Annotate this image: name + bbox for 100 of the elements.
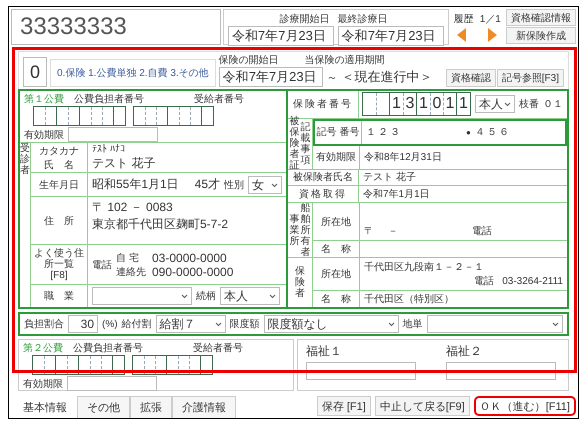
digit-group[interactable] [32,355,56,375]
field-label: 住 所 [44,214,74,228]
date-field[interactable]: 令和7年7月23日 [228,26,334,46]
type-code-field[interactable]: 0 [23,57,47,87]
digit-group[interactable] [201,106,214,126]
digit-group[interactable] [112,355,125,375]
insurer-digit: 1 [392,95,401,114]
digit-group[interactable] [200,355,213,375]
field-label: 受給者番号 [193,342,243,355]
field-label: 職 業 [44,290,74,303]
insurer-phone: 03-3264-2111 [502,276,563,287]
field-label: 枝番 [519,98,539,112]
unit-label: (%) [102,318,118,330]
tilde: ～ [326,70,338,84]
sex-dropdown[interactable]: 女 [248,176,282,194]
form-button[interactable]: 資格確認 [446,69,496,87]
type-options: 0.保険 1.公費単独 2.自費 3.その他 [50,59,216,87]
insured-name: テスト 花子 [363,170,416,184]
field-label: 生年月日 [39,178,79,192]
digit-group[interactable] [132,355,167,375]
digit-group[interactable] [33,106,57,126]
date-field[interactable]: 令和7年7月23日 [338,26,444,46]
field-label: 有効期限 [23,378,63,390]
chevron-down-icon [269,294,276,299]
footer-button[interactable]: 中止して戻る[F9] [374,396,470,416]
tab[interactable]: 介護情報 [172,396,236,418]
field-label: 負担割合 [24,318,64,331]
field-label: 公費負担者番号 [73,342,144,355]
expiry-date: 令和8年12月31日 [364,150,442,164]
expiry-field[interactable] [67,376,157,391]
insurer-digit: 1 [459,95,468,114]
field-label: 被保険者氏名 [293,170,353,184]
header-button[interactable]: 資格確認情報 [506,9,576,26]
limit-dropdown[interactable]: 限度額なし [264,315,399,333]
form-button[interactable]: 記号参照[F3] [496,69,564,87]
side-label: 事業所 [290,214,300,247]
acquired-date: 令和7年1月1日 [363,188,430,202]
tab[interactable]: 拡張 [130,396,172,418]
field-label: 電話 [474,274,494,288]
holder-dropdown[interactable]: 本人 [475,95,515,114]
digit-group[interactable]: 1 [456,92,471,116]
relation-dropdown[interactable]: 本人 [220,287,280,305]
symbol: １２３ [366,126,402,140]
insurer-name: 千代田区（特別区） [364,292,454,306]
field-label: 続柄 [196,290,216,303]
field-label: 福祉２ [446,343,483,360]
birth-date: 昭和55年1月1日 [92,176,180,193]
digit-group[interactable] [79,106,114,126]
age: 45才 [194,176,220,193]
digit-group[interactable] [167,106,202,126]
side-label: 保険者 [295,266,305,300]
header-button[interactable]: 新保険作成 [506,27,576,44]
digit-group[interactable] [78,355,113,375]
branch-number: ０１ [543,98,563,112]
field-label: 記号 番号 [316,126,360,140]
benefit-dropdown[interactable]: 給割７ [156,315,226,333]
side-label: 船舶所有者 [300,202,310,258]
patient-id: 33333333 [11,9,221,45]
digit-group[interactable] [56,106,80,126]
footer-button[interactable]: 保存 [F1] [316,396,371,416]
field-label: カタカナ [39,144,79,158]
chevron-down-icon [181,294,188,299]
field-label: 所在地 [321,216,351,229]
postal-mark: 〒 [364,225,374,238]
field-label: 資格取得 [299,188,347,202]
patient-name: テスト 花子 [92,155,156,172]
field-label: 保険者番号 [293,98,353,112]
separator-dot: ● [466,128,471,137]
expiry-field[interactable] [68,127,158,142]
address: 東京都千代田区麹町5-7-2 [92,216,230,233]
digit-group[interactable] [133,106,168,126]
field-label: 限度額 [230,318,260,331]
date-field[interactable]: 令和7年7月23日 [218,67,323,87]
kana-name: ﾃｽﾄ ﾊﾅｺ [92,143,126,155]
tab[interactable]: その他 [77,396,130,418]
address-list-link[interactable]: よく使う住所一覧 [34,248,84,270]
field-label: 有効期限 [24,128,64,142]
insurer-digit: 3 [406,95,414,114]
field-label: 電話 [472,224,492,238]
footer-button[interactable]: ＯＫ（進む）[F11] [474,396,576,416]
history-label: 履歴 [454,13,474,26]
digit-group[interactable] [362,92,390,116]
field-label: 有効期限 [316,150,356,164]
contact-phone: 090-0000-0000 [152,264,234,278]
field-label: 名 称 [321,293,351,306]
digit-group[interactable]: 1 0 1 [416,92,457,116]
ratio-field[interactable]: 30 [68,315,98,333]
digit-group[interactable] [55,355,79,375]
digit-group[interactable] [113,106,126,126]
digit-group[interactable] [166,355,201,375]
field-label: 連絡先 [116,266,146,278]
digit-group[interactable]: 1 3 [389,92,417,116]
field-label: 当保険の適用期間 [304,54,385,67]
field-label: 保険の開始日 [218,54,279,67]
field-label: 性別 [224,178,244,192]
field-label: 電話 [92,258,112,272]
shortcut-key: [F8] [50,270,68,281]
chevron-down-icon [214,322,222,327]
chevron-down-icon [388,322,395,327]
insurer-digit: 1 [419,95,428,114]
